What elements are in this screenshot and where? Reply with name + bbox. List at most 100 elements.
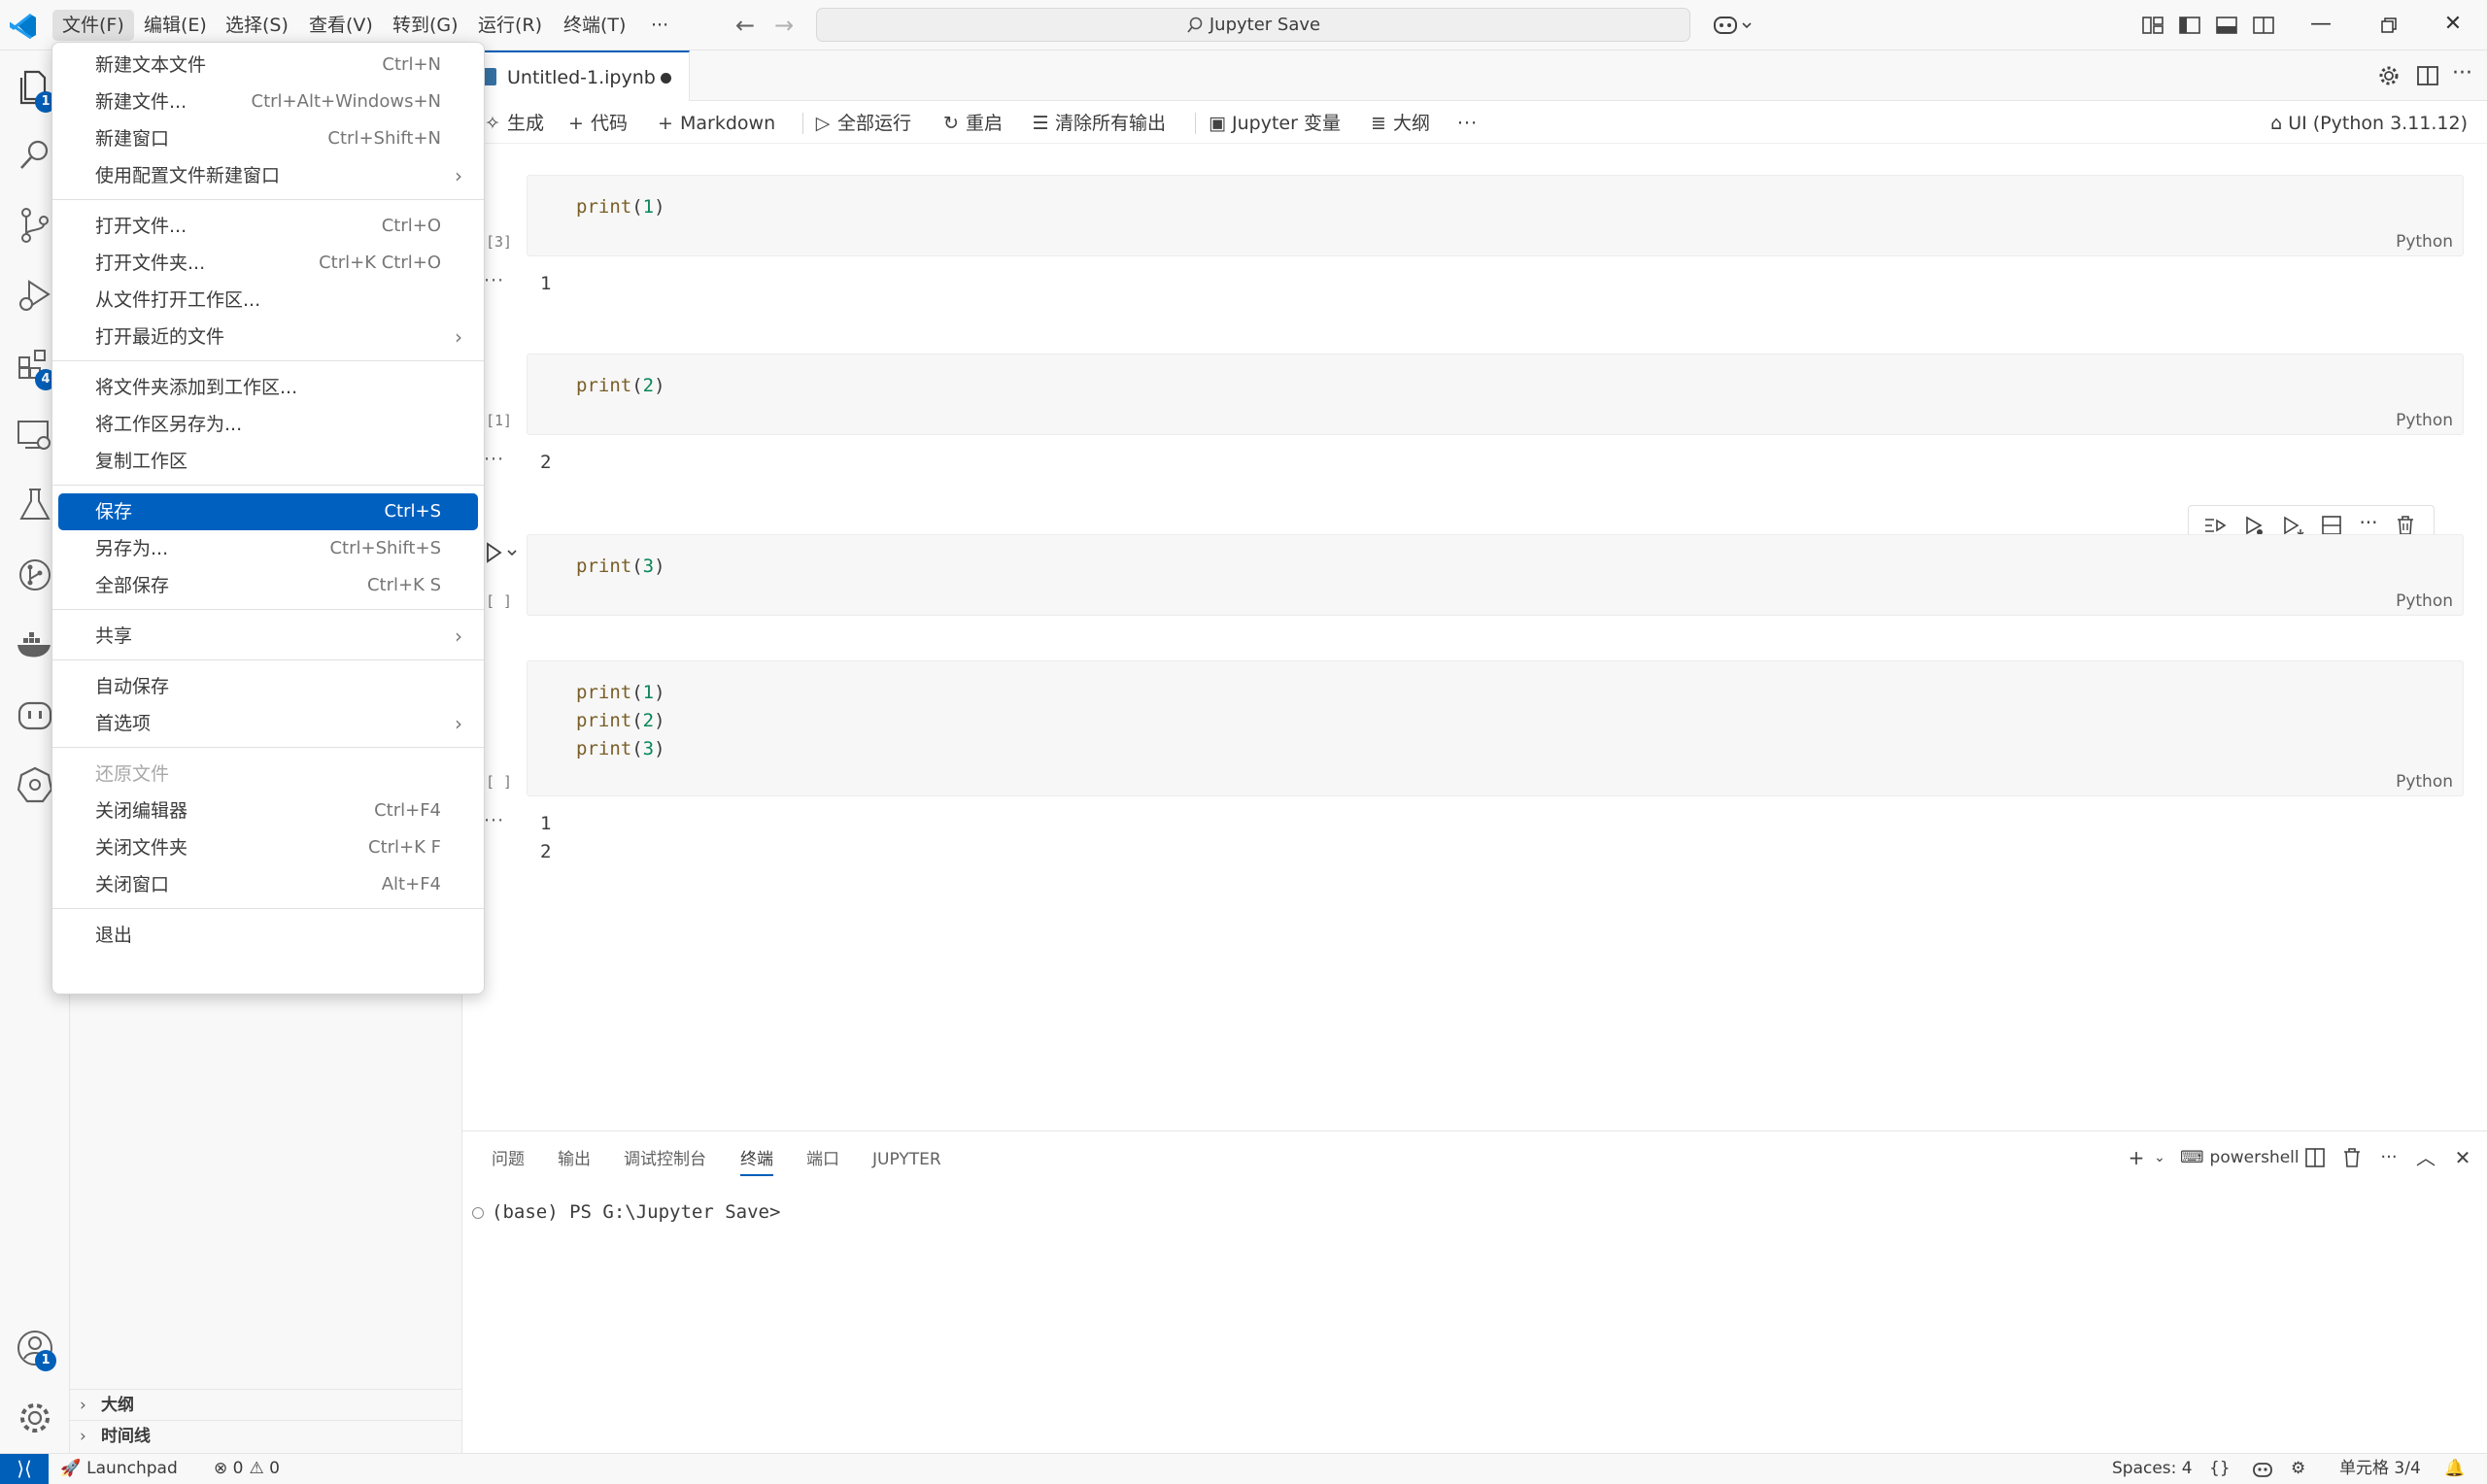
menu-new-window-with-profile[interactable]: 使用配置文件新建窗口 › bbox=[58, 157, 478, 194]
cell-position-indicator[interactable]: 单元格 3/4 bbox=[2339, 1454, 2421, 1484]
menu-open-folder[interactable]: 打开文件夹... Ctrl+K Ctrl+O bbox=[58, 245, 478, 282]
tab-terminal[interactable]: 终端 bbox=[740, 1145, 773, 1176]
tab-untitled-notebook[interactable]: Untitled-1.ipynb bbox=[462, 51, 690, 101]
restart-kernel-button[interactable]: ↻ 重启 bbox=[940, 109, 1003, 138]
menu-new-window[interactable]: 新建窗口 Ctrl+Shift+N bbox=[58, 120, 478, 157]
menu-edit[interactable]: 编辑(E) bbox=[134, 10, 217, 41]
run-debug-icon[interactable] bbox=[14, 274, 56, 317]
cell-language[interactable]: Python bbox=[2396, 772, 2453, 792]
gear-icon[interactable] bbox=[14, 1397, 56, 1439]
terminal-shell-selector[interactable]: ⌨ powershell bbox=[2180, 1145, 2300, 1170]
generate-button[interactable]: ✧ 生成 bbox=[482, 109, 544, 138]
menu-duplicate-workspace[interactable]: 复制工作区 bbox=[58, 443, 478, 480]
output-more-icon[interactable]: ··· bbox=[484, 270, 504, 291]
tab-debug-console[interactable]: 调试控制台 bbox=[624, 1145, 706, 1176]
clear-outputs-button[interactable]: ☰ 清除所有输出 bbox=[1030, 109, 1166, 138]
menu-preferences[interactable]: 首选项 › bbox=[58, 705, 478, 742]
menu-close-window[interactable]: 关闭窗口 Alt+F4 bbox=[58, 866, 478, 903]
menu-close-editor[interactable]: 关闭编辑器 Ctrl+F4 bbox=[58, 793, 478, 829]
menu-share[interactable]: 共享 › bbox=[58, 618, 478, 655]
search-icon[interactable] bbox=[14, 134, 56, 177]
menu-save-workspace-as[interactable]: 将工作区另存为... bbox=[58, 406, 478, 443]
split-terminal-icon[interactable] bbox=[2302, 1145, 2328, 1170]
outline-button[interactable]: ≣ 大纲 bbox=[1368, 109, 1430, 138]
menu-selection[interactable]: 选择(S) bbox=[216, 10, 298, 41]
split-editor-icon[interactable] bbox=[2415, 63, 2440, 88]
sidebar-section-timeline[interactable]: › 时间线 bbox=[70, 1420, 462, 1451]
testing-icon[interactable] bbox=[14, 484, 56, 526]
source-control-icon[interactable] bbox=[14, 204, 56, 247]
copilot-chat-icon[interactable] bbox=[14, 693, 56, 736]
back-arrow-icon[interactable]: ← bbox=[731, 12, 760, 41]
new-terminal-icon[interactable]: + bbox=[2124, 1145, 2149, 1170]
menu-save[interactable]: 保存 Ctrl+S bbox=[58, 493, 478, 530]
run-all-button[interactable]: ▷ 全部运行 bbox=[812, 109, 911, 138]
menu-new-file[interactable]: 新建文件... Ctrl+Alt+Windows+N bbox=[58, 84, 478, 120]
menu-new-text-file[interactable]: 新建文本文件 Ctrl+N bbox=[58, 47, 478, 84]
menu-open-workspace-from-file[interactable]: 从文件打开工作区... bbox=[58, 282, 478, 319]
forward-arrow-icon[interactable]: → bbox=[769, 12, 799, 41]
code-cell[interactable]: print(2) Python bbox=[527, 354, 2464, 435]
menu-auto-save[interactable]: 自动保存 bbox=[58, 668, 478, 705]
kernel-status-icon[interactable]: ⚙ bbox=[2291, 1454, 2305, 1484]
code-cell-selected[interactable]: print(3) Python bbox=[527, 534, 2464, 616]
more-actions-icon[interactable]: ··· bbox=[2376, 1145, 2402, 1170]
sidebar-section-outline[interactable]: › 大纲 bbox=[70, 1389, 462, 1420]
indentation-indicator[interactable]: Spaces: 4 bbox=[2112, 1454, 2193, 1484]
menu-run[interactable]: 运行(R) bbox=[468, 10, 552, 41]
maximize-panel-icon[interactable]: ︿ bbox=[2413, 1145, 2438, 1170]
unsaved-dot-icon[interactable] bbox=[661, 73, 671, 84]
remote-explorer-icon[interactable] bbox=[14, 414, 56, 456]
menu-view[interactable]: 查看(V) bbox=[299, 10, 383, 41]
add-markdown-cell-button[interactable]: + Markdown bbox=[655, 109, 775, 138]
toggle-secondary-sidebar-icon[interactable] bbox=[2250, 12, 2277, 39]
code-cell[interactable]: print(1) print(2) print(3) Python bbox=[527, 660, 2464, 796]
kernel-picker[interactable]: ⌂ UI (Python 3.11.12) bbox=[2270, 109, 2468, 138]
cell-code[interactable]: print(2) bbox=[576, 372, 665, 400]
remote-indicator-icon[interactable]: ⟩⟨ bbox=[0, 1454, 49, 1484]
toggle-panel-icon[interactable] bbox=[2213, 12, 2240, 39]
menu-file[interactable]: 文件(F) bbox=[52, 10, 134, 41]
menu-close-folder[interactable]: 关闭文件夹 Ctrl+K F bbox=[58, 829, 478, 866]
add-code-cell-button[interactable]: + 代码 bbox=[565, 109, 628, 138]
chevron-down-icon[interactable]: ⌄ bbox=[2147, 1145, 2172, 1170]
code-cell[interactable]: print(1) Python bbox=[527, 175, 2464, 256]
output-more-icon[interactable]: ··· bbox=[484, 449, 504, 470]
output-more-icon[interactable]: ··· bbox=[484, 810, 504, 831]
minimize-button[interactable]: — bbox=[2287, 0, 2355, 51]
menu-save-all[interactable]: 全部保存 Ctrl+K S bbox=[58, 567, 478, 604]
docker-icon[interactable] bbox=[14, 624, 56, 666]
cell-language[interactable]: Python bbox=[2396, 232, 2453, 252]
customize-layout-icon[interactable] bbox=[2139, 12, 2166, 39]
cell-code[interactable]: print(3) bbox=[576, 553, 665, 581]
jupyter-variables-button[interactable]: ▣ Jupyter 变量 bbox=[1207, 109, 1341, 138]
trash-icon[interactable] bbox=[2339, 1145, 2365, 1170]
close-window-button[interactable]: ✕ bbox=[2419, 0, 2487, 51]
tab-ports[interactable]: 端口 bbox=[806, 1145, 839, 1176]
language-braces-indicator[interactable]: {} bbox=[2209, 1454, 2231, 1484]
launchpad-button[interactable]: 🚀 Launchpad bbox=[60, 1454, 178, 1484]
close-panel-icon[interactable]: ✕ bbox=[2450, 1145, 2475, 1170]
menu-go[interactable]: 转到(G) bbox=[383, 10, 468, 41]
notifications-bell-icon[interactable]: 🔔 bbox=[2444, 1454, 2465, 1484]
kubernetes-icon[interactable] bbox=[14, 763, 56, 806]
terminal-prompt[interactable]: (base) PS G:\Jupyter Save> bbox=[492, 1201, 780, 1223]
cell-code[interactable]: print(1) bbox=[576, 193, 665, 221]
copilot-icon[interactable] bbox=[1712, 12, 1755, 39]
menu-open-recent[interactable]: 打开最近的文件 › bbox=[58, 319, 478, 355]
tab-problems[interactable]: 问题 bbox=[492, 1145, 525, 1176]
gear-icon[interactable] bbox=[2376, 63, 2402, 88]
toolbar-more-button[interactable]: ··· bbox=[1457, 109, 1478, 138]
tab-output[interactable]: 输出 bbox=[558, 1145, 591, 1176]
copilot-status-icon[interactable] bbox=[2252, 1454, 2273, 1484]
git-graph-icon[interactable] bbox=[14, 554, 56, 596]
problems-indicator[interactable]: ⊗ 0 ⚠ 0 bbox=[214, 1454, 280, 1484]
more-actions-icon[interactable]: ··· bbox=[2452, 63, 2477, 88]
command-center[interactable]: Jupyter Save bbox=[816, 8, 1690, 42]
menu-open-file[interactable]: 打开文件... Ctrl+O bbox=[58, 208, 478, 245]
run-cell-button[interactable] bbox=[484, 538, 523, 567]
toggle-primary-sidebar-icon[interactable] bbox=[2176, 12, 2203, 39]
cell-code[interactable]: print(1) print(2) print(3) bbox=[576, 679, 665, 763]
menu-terminal[interactable]: 终端(T) bbox=[554, 10, 635, 41]
cell-language[interactable]: Python bbox=[2396, 591, 2453, 611]
